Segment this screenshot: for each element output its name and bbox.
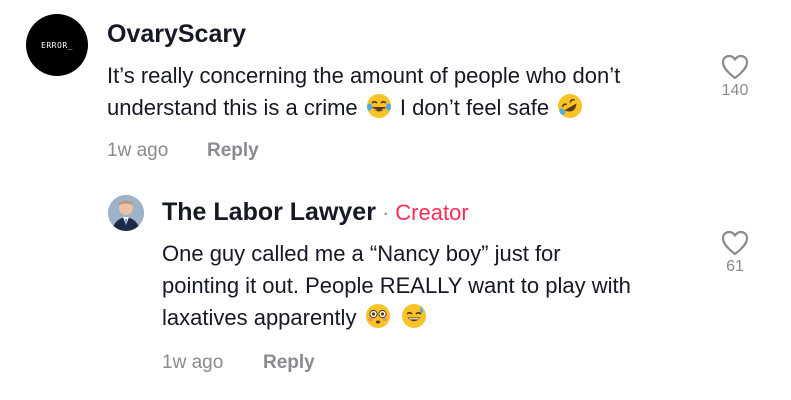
avatar[interactable]: ERROR_ xyxy=(26,14,88,76)
comment-text: It’s really concerning the amount of peo… xyxy=(107,60,707,124)
person-photo-icon xyxy=(108,195,144,231)
avatar-label: ERROR_ xyxy=(41,40,73,50)
comment-line: pointing it out. People REALLY want to p… xyxy=(162,273,631,298)
face-with-tears-of-joy-icon xyxy=(366,94,391,118)
comment-line-segment: I don’t feel safe xyxy=(399,95,550,120)
creator-badge: Creator xyxy=(395,200,469,225)
like-button[interactable]: 140 xyxy=(710,54,760,100)
timestamp: 1w ago xyxy=(107,140,169,161)
creator-line: The Labor Lawyer · Creator xyxy=(162,198,469,227)
like-count: 61 xyxy=(726,258,744,275)
username[interactable]: The Labor Lawyer xyxy=(162,198,376,227)
flushed-face-icon xyxy=(365,304,390,328)
reply-button[interactable]: Reply xyxy=(207,140,259,162)
reply-button[interactable]: Reply xyxy=(263,352,315,374)
comment-line: laxatives apparently xyxy=(162,302,702,334)
comment-line: It’s really concerning the amount of peo… xyxy=(107,63,621,88)
comment-line-segment: laxatives apparently xyxy=(162,305,357,330)
comment-text: One guy called me a “Nancy boy” just for… xyxy=(162,238,702,334)
heart-icon xyxy=(721,54,749,80)
comment-line: One guy called me a “Nancy boy” just for xyxy=(162,241,561,266)
heart-icon xyxy=(721,230,749,256)
comment-line-segment: understand this is a crime xyxy=(107,95,358,120)
timestamp: 1w ago xyxy=(162,352,224,373)
grinning-face-with-sweat-icon xyxy=(401,304,426,328)
like-count: 140 xyxy=(721,82,749,99)
separator-dot: · xyxy=(381,200,390,225)
like-button[interactable]: 61 xyxy=(710,230,760,276)
comment-line: understand this is a crime I don’t feel … xyxy=(107,92,707,124)
rolling-on-floor-laughing-icon xyxy=(558,93,583,118)
username[interactable]: OvaryScary xyxy=(107,20,246,49)
avatar[interactable] xyxy=(108,195,144,231)
